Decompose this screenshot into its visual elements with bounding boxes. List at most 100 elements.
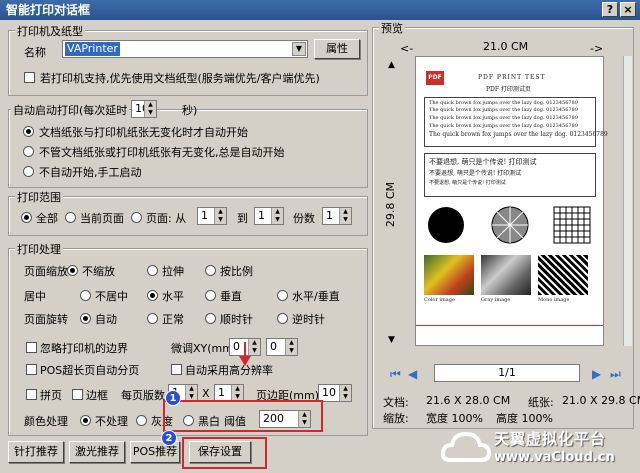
color-none-label: 不处理 [95,415,128,428]
center-h-label: 水平 [162,290,184,303]
times-label: X [202,387,210,400]
autostart-opt3-radio[interactable] [23,166,34,177]
center-label: 居中 [24,290,46,303]
spinner-arrows-icon[interactable]: ▲ ▼ [214,208,226,224]
page-to-spinner[interactable]: 1 ▲ ▼ [254,207,284,225]
copies-label: 份数 [293,212,315,225]
center-none-radio[interactable] [80,290,91,301]
range-all-radio[interactable] [21,212,32,223]
mono-image-thumb [538,255,588,295]
laser-preset-button[interactable]: 激光推荐 [69,441,125,463]
next-page-icon[interactable]: ▶ [592,367,601,381]
gray-image-thumb [481,255,531,295]
width-left-arrow: <- [400,42,414,55]
properties-button[interactable]: 属性 [314,39,360,59]
printer-select[interactable]: VAPrinter ▼ [62,40,308,58]
center-hv-radio[interactable] [277,290,288,301]
gray-image-caption: Gray image [481,297,511,303]
tile-checkbox[interactable] [26,389,37,400]
offset-y-spinner[interactable]: 0 ▲ ▼ [266,338,298,356]
copies-spinner[interactable]: 1 ▲ ▼ [322,207,352,225]
doc-size-value: 21.6 X 28.0 CM [426,394,511,407]
spinner-arrows-icon[interactable]: ▲ ▼ [231,385,243,401]
color-image-thumb [424,255,474,295]
high-res-checkbox[interactable] [171,364,182,375]
range-current-label: 当前页面 [80,212,124,225]
rotate-auto-radio[interactable] [80,313,91,324]
use-doc-paper-checkbox[interactable] [24,72,35,83]
page-from-spinner[interactable]: 1 ▲ ▼ [197,207,227,225]
border-checkbox[interactable] [72,389,83,400]
rotate-cw-radio[interactable] [205,313,216,324]
autostart-opt1-radio[interactable] [23,126,34,137]
chevron-down-icon[interactable]: ▼ [292,42,306,56]
fox-line-5: The quick brown fox jumps over the lazy … [429,131,608,138]
paper-size-label: 纸张: [528,396,554,409]
scale-none-label: 不缩放 [82,265,115,278]
spinner-arrows-icon[interactable]: ▲ ▼ [144,101,156,117]
thumb-subtitle: PDF 打印测试页 [486,86,531,93]
prev-page-icon[interactable]: ◀ [408,367,417,381]
center-h-radio[interactable] [147,290,158,301]
step-two-badge: 2 [161,430,177,446]
fox-line-2: The quick brown fox jumps over the lazy … [429,107,578,113]
autostart-seconds-label: 秒) [182,104,198,117]
scale-ratio-radio[interactable] [205,265,216,276]
title-bar: 智能打印对话框 ? × [0,0,640,20]
offset-y-value: 0 [270,340,277,353]
range-all-label: 全部 [36,212,58,225]
last-page-icon[interactable]: ⏭ [610,367,621,382]
tile-label: 拼页 [40,389,62,402]
ignore-margin-checkbox[interactable] [26,342,37,353]
needle-preset-button[interactable]: 针打推荐 [8,441,64,463]
step-one-badge: 1 [165,390,181,406]
rows-value: 1 [218,386,225,399]
thumb-title: PDF PRINT TEST [478,74,546,81]
preview-legend: 预览 [379,20,405,36]
scale-stretch-radio[interactable] [147,265,158,276]
range-pages-radio[interactable] [131,212,142,223]
scale-ratio-label: 按比例 [220,265,253,278]
page-indicator[interactable]: 1/1 [434,364,580,382]
range-current-radio[interactable] [65,212,76,223]
watermark-url: www.vaCloud.cn [494,450,615,465]
autostart-opt2-radio[interactable] [23,146,34,157]
center-hv-label: 水平/垂直 [292,290,340,303]
zoom-width-value: 宽度 100% [426,412,483,425]
center-v-label: 垂直 [220,290,242,303]
rotate-ccw-radio[interactable] [277,313,288,324]
pos-split-checkbox[interactable] [26,364,37,375]
border-label: 边框 [86,389,108,402]
range-pages-label: 页面: 从 [146,212,187,225]
first-page-icon[interactable]: ⏮ [390,367,401,382]
delay-spinner[interactable]: 10 ▲ ▼ [131,100,157,118]
spinner-arrows-icon[interactable]: ▲ ▼ [271,208,283,224]
margin-spinner[interactable]: 10 ▲ ▼ [318,384,352,402]
fox-line-1: The quick brown fox jumps over the lazy … [429,100,578,106]
color-gray-radio[interactable] [136,415,147,426]
spinner-arrows-icon[interactable]: ▲ ▼ [339,385,351,401]
spinner-arrows-icon[interactable]: ▲ ▼ [285,339,297,355]
watermark-cn: 天翼虚拟化平台 [494,430,607,448]
height-up-arrow-icon: ▲ [388,60,395,70]
center-v-radio[interactable] [205,290,216,301]
page-break-line [416,325,603,326]
use-doc-paper-label: 若打印机支持,优先使用文档纸型(服务端优先/客户端优先) [40,72,320,85]
window-title: 智能打印对话框 [6,3,91,17]
close-button[interactable]: × [620,2,636,17]
scale-none-radio[interactable] [67,265,78,276]
rotate-normal-radio[interactable] [147,313,158,324]
rotate-auto-label: 自动 [95,313,117,326]
printer-select-value: VAPrinter [65,42,120,56]
color-image-caption: Color image [424,297,455,303]
cn-line-3: 不要退想, 萌只是个传说! 打印测试 [429,180,506,186]
printer-name-label: 名称 [24,46,46,59]
color-none-radio[interactable] [80,415,91,426]
spinner-arrows-icon[interactable]: ▲ ▼ [339,208,351,224]
help-button[interactable]: ? [602,2,618,17]
preview-scrollbar[interactable] [623,56,632,346]
paper-height-label: 29.8 CM [384,182,397,228]
spinner-arrows-icon[interactable]: ▲ ▼ [185,385,197,401]
fox-line-3: The quick brown fox jumps over the lazy … [429,115,578,121]
offset-label: 微调XY(mm) [171,342,238,355]
